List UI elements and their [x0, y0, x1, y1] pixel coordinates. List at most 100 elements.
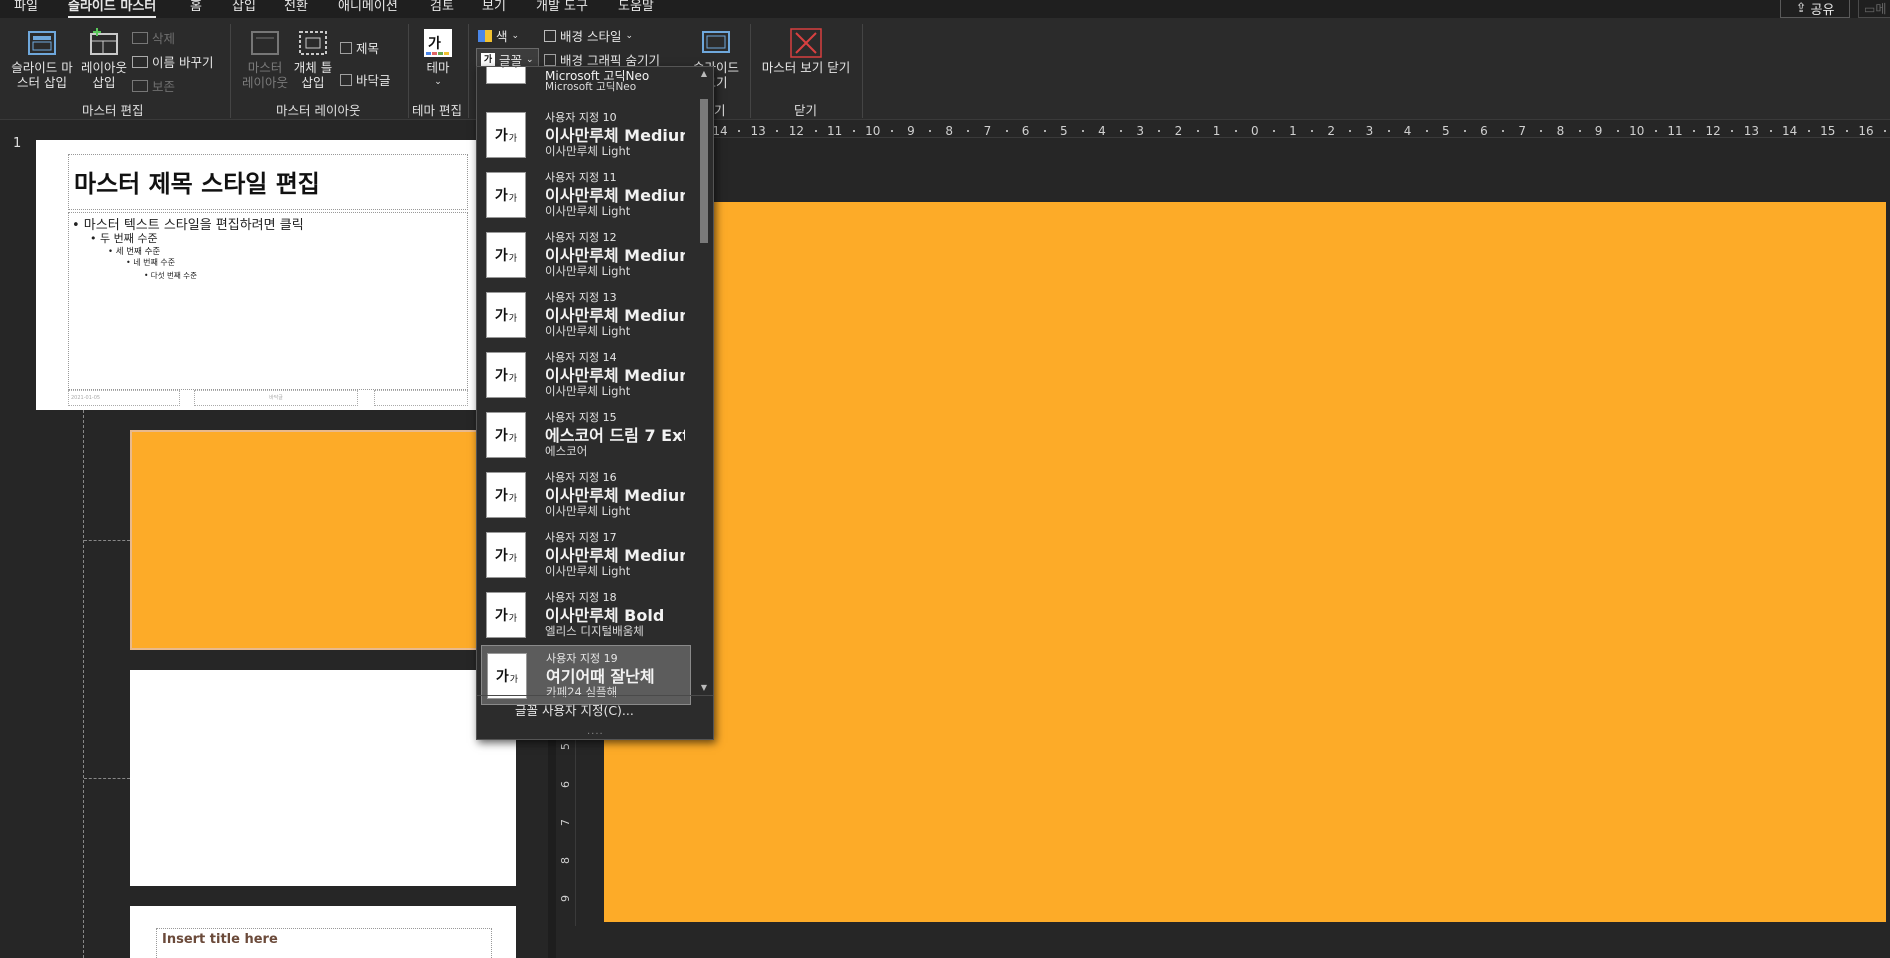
tab-help[interactable]: 도움말	[618, 0, 654, 18]
insert-layout-label: 레이아웃 삽입	[80, 60, 127, 90]
ruler-tick-label: 8	[559, 857, 572, 864]
dropdown-scrollbar[interactable]: ▲ ▼	[697, 69, 711, 695]
tab-review[interactable]: 검토	[430, 0, 454, 18]
hide-bg-checkbox-box[interactable]	[544, 53, 556, 66]
font-option[interactable]: 가 가 사용자 지정 17 이사만루체 Medium 이사만루체 Light	[481, 525, 691, 585]
title-checkbox-box[interactable]	[340, 41, 352, 54]
fonts-dropdown[interactable]: 가가 Microsoft 고딕Neo Microsoft 고딕Neo 가가사용자…	[476, 66, 714, 740]
font-option[interactable]: 가 가 사용자 지정 18 이사만루체 Bold 엘리스 디지털배움체	[481, 585, 691, 645]
font-option[interactable]: 가 가 사용자 지정 15 에스코어 드림 7 Ext 에스코어	[481, 405, 691, 465]
font-option[interactable]: 가 가 사용자 지정 12 이사만루체 Medium 이사만루체 Light	[481, 225, 691, 285]
font-preview-icon: 가가	[486, 232, 526, 278]
master-layout-button[interactable]: 마스터 레이아웃	[236, 28, 294, 90]
title-checkbox[interactable]: 제목	[340, 38, 379, 57]
layout-thumbnail-orange[interactable]	[130, 430, 516, 650]
theme-label: 테마	[426, 60, 450, 75]
font-body-name: 에스코어	[545, 444, 588, 458]
font-preview-big: 가	[494, 248, 508, 264]
ruler-tick-label: 6	[1021, 124, 1030, 138]
ruler-tick-mark	[852, 130, 855, 132]
ruler-tick-mark	[1693, 130, 1696, 132]
ruler-tick-mark	[1311, 130, 1314, 132]
ruler-tick-label: 16	[1858, 124, 1874, 138]
slide-size-icon	[702, 31, 730, 53]
delete-button[interactable]: 삭제	[132, 28, 175, 47]
font-preview-small: 가	[508, 553, 518, 564]
comment-button[interactable]: ▭메	[1858, 0, 1890, 18]
comment-icon: ▭	[1864, 2, 1876, 16]
scroll-up-icon[interactable]: ▲	[699, 69, 709, 79]
ruler-tick-mark	[1884, 130, 1887, 132]
customize-fonts-button[interactable]: 글꼴 사용자 지정(C)...	[477, 695, 713, 725]
font-body-name: 이사만루체 Light	[545, 144, 631, 158]
ruler-tick-label: 7	[983, 124, 992, 138]
font-option[interactable]: 가 가 사용자 지정 16 이사만루체 Medium 이사만루체 Light	[481, 465, 691, 525]
ruler-tick-mark	[1769, 130, 1772, 132]
ruler-tick-label: 14	[712, 124, 728, 138]
font-body-name: 이사만루체 Light	[545, 324, 631, 338]
tab-file[interactable]: 파일	[14, 0, 38, 18]
font-preview-icon: 가가	[486, 412, 526, 458]
ruler-tick-mark	[1196, 130, 1199, 132]
ruler-tick-label: 6	[1480, 124, 1488, 138]
ruler-tick-label: 4	[1403, 124, 1412, 138]
font-option[interactable]: 가 가 사용자 지정 11 이사만루체 Medium 이사만루체 Light	[481, 165, 691, 225]
theme-button[interactable]: 가 테마 ⌄	[416, 28, 460, 90]
font-preview-big: 가	[494, 308, 508, 324]
share-button[interactable]: ⇪ 공유	[1780, 0, 1850, 18]
title-checkbox-label: 제목	[356, 41, 380, 56]
close-master-view-button[interactable]: 마스터 보기 닫기	[756, 28, 856, 75]
layout-thumbnail-title[interactable]: Insert title here	[130, 906, 516, 958]
tab-transitions[interactable]: 전환	[284, 0, 308, 18]
font-preview-big: 가	[494, 428, 508, 444]
scrollbar-thumb[interactable]	[700, 99, 708, 243]
tab-developer[interactable]: 개발 도구	[536, 0, 588, 18]
tab-view[interactable]: 보기	[482, 0, 506, 18]
font-option-partial[interactable]: 가가 Microsoft 고딕Neo Microsoft 고딕Neo	[481, 67, 691, 93]
insert-slide-master-button[interactable]: 슬라이드 마 스터 삽입	[6, 28, 78, 90]
master-slide-thumbnail[interactable]: 마스터 제목 스타일 편집 • 마스터 텍스트 스타일을 편집하려면 클릭 • …	[36, 140, 476, 410]
delete-icon	[132, 31, 148, 44]
main-slide-canvas[interactable]	[604, 202, 1886, 922]
background-style-button[interactable]: 배경 스타일 ⌄	[544, 26, 633, 45]
font-option[interactable]: 가 가 사용자 지정 10 이사만루체 Medium 이사만루체 Light	[481, 105, 691, 165]
tab-animations[interactable]: 애니메이션	[338, 0, 398, 18]
rename-button[interactable]: 이름 바꾸기	[132, 52, 213, 71]
background-style-icon	[544, 29, 556, 42]
insert-layout-button[interactable]: 레이아웃 삽입	[76, 28, 132, 90]
ruler-tick-label: 12	[1705, 124, 1721, 138]
font-preview-big: 가	[494, 188, 508, 204]
ruler-tick-mark	[1463, 130, 1466, 132]
ruler-tick-label: 13	[750, 124, 766, 138]
insert-placeholder-button[interactable]: 개체 틀 삽입	[290, 28, 336, 90]
footer-checkbox[interactable]: 바닥글	[340, 70, 391, 89]
font-preview-big: 가	[494, 608, 508, 624]
tab-insert[interactable]: 삽입	[232, 0, 256, 18]
colors-label: 색	[496, 29, 508, 44]
layout-thumbnail-blank[interactable]	[130, 670, 516, 886]
group-label-master-layout: 마스터 레이아웃	[276, 103, 361, 118]
font-preview-icon: 가가	[486, 112, 526, 158]
ruler-tick-label: 11	[826, 124, 843, 138]
layout-tree-line	[83, 410, 84, 958]
colors-button[interactable]: 색 ⌄	[478, 26, 519, 45]
ruler-tick-mark	[814, 130, 817, 132]
resize-grip-icon[interactable]: ····	[587, 729, 604, 739]
font-body-name: 이사만루체 Light	[545, 384, 631, 398]
footer-checkbox-box[interactable]	[340, 73, 352, 86]
insert-placeholder-icon	[299, 31, 327, 55]
ruler-tick-label: 8	[945, 124, 954, 138]
horizontal-ruler: 14 13 12 11 10 9 8 7 6 5 4 3 2 1 0 1 2 3 4 5 6 7 8 9 10 11 12 13 14 1…	[560, 124, 1890, 138]
rename-label: 이름 바꾸기	[152, 55, 214, 70]
scroll-down-icon[interactable]: ▼	[699, 683, 709, 693]
preserve-button[interactable]: 보존	[132, 76, 175, 95]
tab-slide-master[interactable]: 슬라이드 마스터	[68, 0, 157, 18]
preserve-label: 보존	[152, 79, 176, 94]
ribbon-divider	[468, 24, 469, 118]
theme-icon: 가	[424, 29, 452, 57]
tab-home[interactable]: 홈	[190, 0, 202, 18]
font-body-name: 이사만루체 Light	[545, 204, 631, 218]
font-option[interactable]: 가 가 사용자 지정 14 이사만루체 Medium 이사만루체 Light	[481, 345, 691, 405]
font-preview-icon: 가가	[486, 352, 526, 398]
font-option[interactable]: 가 가 사용자 지정 13 이사만루체 Medium 이사만루체 Light	[481, 285, 691, 345]
